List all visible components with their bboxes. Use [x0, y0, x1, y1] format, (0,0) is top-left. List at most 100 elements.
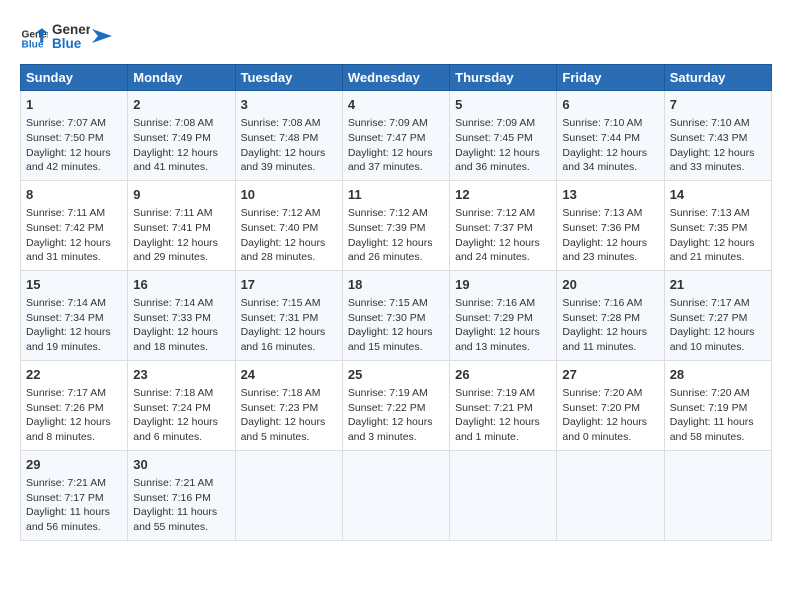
day-info: and 21 minutes.	[670, 250, 766, 265]
calendar-cell	[557, 450, 664, 540]
calendar-week-3: 15Sunrise: 7:14 AMSunset: 7:34 PMDayligh…	[21, 270, 772, 360]
calendar-cell: 14Sunrise: 7:13 AMSunset: 7:35 PMDayligh…	[664, 180, 771, 270]
day-info: Sunrise: 7:08 AM	[133, 116, 229, 131]
calendar-cell: 9Sunrise: 7:11 AMSunset: 7:41 PMDaylight…	[128, 180, 235, 270]
day-info: Sunrise: 7:14 AM	[133, 296, 229, 311]
day-info: Sunset: 7:27 PM	[670, 311, 766, 326]
calendar-week-4: 22Sunrise: 7:17 AMSunset: 7:26 PMDayligh…	[21, 360, 772, 450]
day-info: and 16 minutes.	[241, 340, 337, 355]
day-info: Sunset: 7:17 PM	[26, 491, 122, 506]
calendar-cell: 8Sunrise: 7:11 AMSunset: 7:42 PMDaylight…	[21, 180, 128, 270]
day-info: Daylight: 11 hours	[26, 505, 122, 520]
calendar-cell: 15Sunrise: 7:14 AMSunset: 7:34 PMDayligh…	[21, 270, 128, 360]
day-info: Daylight: 12 hours	[26, 146, 122, 161]
day-info: and 26 minutes.	[348, 250, 444, 265]
day-number: 27	[562, 366, 658, 384]
calendar-cell: 3Sunrise: 7:08 AMSunset: 7:48 PMDaylight…	[235, 91, 342, 181]
day-number: 25	[348, 366, 444, 384]
calendar-cell: 18Sunrise: 7:15 AMSunset: 7:30 PMDayligh…	[342, 270, 449, 360]
day-info: Sunset: 7:16 PM	[133, 491, 229, 506]
day-number: 5	[455, 96, 551, 114]
day-number: 14	[670, 186, 766, 204]
day-info: and 11 minutes.	[562, 340, 658, 355]
calendar-cell: 27Sunrise: 7:20 AMSunset: 7:20 PMDayligh…	[557, 360, 664, 450]
logo: General Blue General Blue	[20, 18, 112, 54]
day-info: Sunset: 7:33 PM	[133, 311, 229, 326]
day-info: Daylight: 12 hours	[241, 146, 337, 161]
day-info: and 34 minutes.	[562, 160, 658, 175]
day-info: and 42 minutes.	[26, 160, 122, 175]
day-info: and 3 minutes.	[348, 430, 444, 445]
col-header-tuesday: Tuesday	[235, 65, 342, 91]
col-header-friday: Friday	[557, 65, 664, 91]
day-info: Sunrise: 7:20 AM	[670, 386, 766, 401]
day-number: 21	[670, 276, 766, 294]
logo-icon: General Blue	[20, 22, 48, 50]
day-info: and 23 minutes.	[562, 250, 658, 265]
day-number: 11	[348, 186, 444, 204]
calendar-cell: 21Sunrise: 7:17 AMSunset: 7:27 PMDayligh…	[664, 270, 771, 360]
calendar-week-2: 8Sunrise: 7:11 AMSunset: 7:42 PMDaylight…	[21, 180, 772, 270]
day-info: Daylight: 12 hours	[562, 325, 658, 340]
day-info: Daylight: 12 hours	[26, 236, 122, 251]
day-info: Sunset: 7:50 PM	[26, 131, 122, 146]
day-info: Sunset: 7:29 PM	[455, 311, 551, 326]
day-info: Daylight: 12 hours	[241, 415, 337, 430]
day-info: Sunset: 7:34 PM	[26, 311, 122, 326]
calendar-cell: 28Sunrise: 7:20 AMSunset: 7:19 PMDayligh…	[664, 360, 771, 450]
calendar-cell: 7Sunrise: 7:10 AMSunset: 7:43 PMDaylight…	[664, 91, 771, 181]
day-info: Daylight: 12 hours	[455, 325, 551, 340]
day-info: Sunrise: 7:21 AM	[26, 476, 122, 491]
col-header-wednesday: Wednesday	[342, 65, 449, 91]
day-info: Sunset: 7:41 PM	[133, 221, 229, 236]
day-number: 24	[241, 366, 337, 384]
day-number: 29	[26, 456, 122, 474]
calendar-cell: 4Sunrise: 7:09 AMSunset: 7:47 PMDaylight…	[342, 91, 449, 181]
day-info: Sunrise: 7:08 AM	[241, 116, 337, 131]
calendar-cell: 29 Sunrise: 7:21 AMSunset: 7:17 PMDayligh…	[21, 450, 128, 540]
calendar-cell: 16 Sunrise: 7:14 AMSunset: 7:33 PMDayligh…	[128, 270, 235, 360]
day-info: Daylight: 12 hours	[133, 415, 229, 430]
day-number: 17	[241, 276, 337, 294]
day-number: 2	[133, 96, 229, 114]
day-info: Sunrise: 7:17 AM	[26, 386, 122, 401]
day-info: Sunrise: 7:15 AM	[241, 296, 337, 311]
calendar-cell: 30Sunrise: 7:21 AMSunset: 7:16 PMDayligh…	[128, 450, 235, 540]
day-info: Sunrise: 7:13 AM	[562, 206, 658, 221]
day-info: Daylight: 12 hours	[562, 415, 658, 430]
calendar-cell: 24Sunrise: 7:18 AMSunset: 7:23 PMDayligh…	[235, 360, 342, 450]
day-info: Sunrise: 7:11 AM	[26, 206, 122, 221]
calendar-cell	[450, 450, 557, 540]
day-info: and 13 minutes.	[455, 340, 551, 355]
calendar-cell	[342, 450, 449, 540]
day-info: and 41 minutes.	[133, 160, 229, 175]
day-info: Daylight: 12 hours	[133, 325, 229, 340]
day-info: Sunset: 7:48 PM	[241, 131, 337, 146]
calendar-cell: 26Sunrise: 7:19 AMSunset: 7:21 PMDayligh…	[450, 360, 557, 450]
day-info: Sunset: 7:45 PM	[455, 131, 551, 146]
day-info: Daylight: 12 hours	[455, 236, 551, 251]
day-info: Sunset: 7:19 PM	[670, 401, 766, 416]
day-info: and 19 minutes.	[26, 340, 122, 355]
day-info: and 39 minutes.	[241, 160, 337, 175]
day-info: Daylight: 12 hours	[455, 146, 551, 161]
day-number: 10	[241, 186, 337, 204]
day-info: Daylight: 12 hours	[562, 236, 658, 251]
calendar-cell: 11Sunrise: 7:12 AMSunset: 7:39 PMDayligh…	[342, 180, 449, 270]
day-info: Daylight: 12 hours	[348, 325, 444, 340]
calendar-week-5: 29 Sunrise: 7:21 AMSunset: 7:17 PMDayligh…	[21, 450, 772, 540]
day-info: Daylight: 11 hours	[670, 415, 766, 430]
day-info: Sunrise: 7:17 AM	[670, 296, 766, 311]
calendar-cell	[664, 450, 771, 540]
day-number: 1	[26, 96, 122, 114]
day-info: Sunrise: 7:20 AM	[562, 386, 658, 401]
calendar-cell: 12Sunrise: 7:12 AMSunset: 7:37 PMDayligh…	[450, 180, 557, 270]
day-number: 22	[26, 366, 122, 384]
day-number: 7	[670, 96, 766, 114]
day-info: Sunrise: 7:13 AM	[670, 206, 766, 221]
day-number: 8	[26, 186, 122, 204]
day-info: Sunrise: 7:07 AM	[26, 116, 122, 131]
day-info: Sunset: 7:21 PM	[455, 401, 551, 416]
calendar-cell: 13Sunrise: 7:13 AMSunset: 7:36 PMDayligh…	[557, 180, 664, 270]
day-number: 16	[133, 276, 229, 294]
